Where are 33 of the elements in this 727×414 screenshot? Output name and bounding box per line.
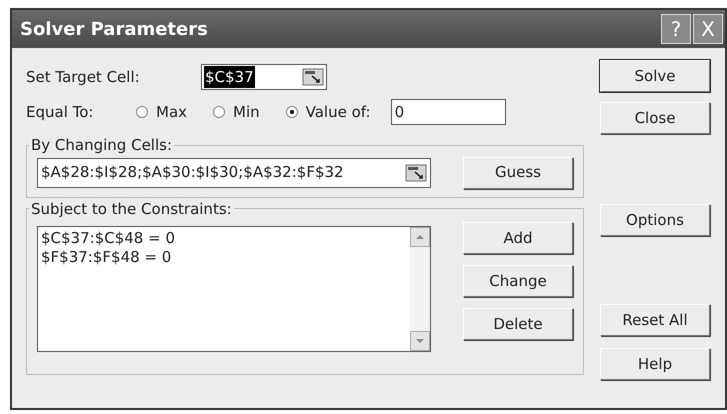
window-title: Solver Parameters xyxy=(20,18,208,42)
reset-all-button[interactable]: Reset All xyxy=(600,304,710,336)
field-value: $A$28:$I$28;$A$30:$I$30;$A$32:$F$32 xyxy=(41,162,344,184)
options-button[interactable]: Options xyxy=(600,204,710,236)
value-field[interactable]: 0 xyxy=(390,99,506,125)
field-label: Equal To: xyxy=(26,102,94,123)
constraints-list[interactable]: $C$37:$C$48 = 0 $F$37:$F$48 = 0 xyxy=(37,226,431,352)
field-label: Set Target Cell: xyxy=(26,66,141,88)
radio-option[interactable]: Max xyxy=(136,100,188,124)
radio-button[interactable] xyxy=(213,106,226,118)
radio-button[interactable] xyxy=(286,106,298,118)
radio-option[interactable]: Min xyxy=(213,100,260,124)
scroll-down-icon[interactable] xyxy=(410,331,430,351)
field-value: $C$37 xyxy=(204,66,255,88)
collapse-dialog-icon[interactable] xyxy=(405,164,427,182)
constraint-button[interactable]: Delete xyxy=(463,308,573,340)
group-label: Subject to the Constraints: xyxy=(30,198,233,220)
collapse-dialog-icon[interactable] xyxy=(302,68,324,86)
scroll-up-icon[interactable] xyxy=(410,227,430,247)
help-button[interactable]: Help xyxy=(600,348,710,380)
close-button[interactable]: Close xyxy=(600,102,710,134)
guess-button[interactable]: Guess xyxy=(463,156,573,188)
constraint-button[interactable]: Change xyxy=(463,265,573,297)
radio-option[interactable]: Value of: xyxy=(286,100,371,124)
radio-button[interactable] xyxy=(136,106,148,118)
changing-cells-field[interactable]: $A$28:$I$28;$A$30:$I$30;$A$32:$F$32 xyxy=(37,158,431,188)
scrollbar[interactable] xyxy=(410,227,430,351)
constraint-item[interactable]: $F$37:$F$48 = 0 xyxy=(41,248,407,267)
constraint-button[interactable]: Add xyxy=(463,222,573,254)
target-cell-field[interactable]: $C$37 xyxy=(201,64,327,90)
solve-button[interactable]: Solve xyxy=(600,60,710,92)
group-label: By Changing Cells: xyxy=(30,135,174,156)
constraint-item[interactable]: $C$37:$C$48 = 0 xyxy=(41,229,407,248)
